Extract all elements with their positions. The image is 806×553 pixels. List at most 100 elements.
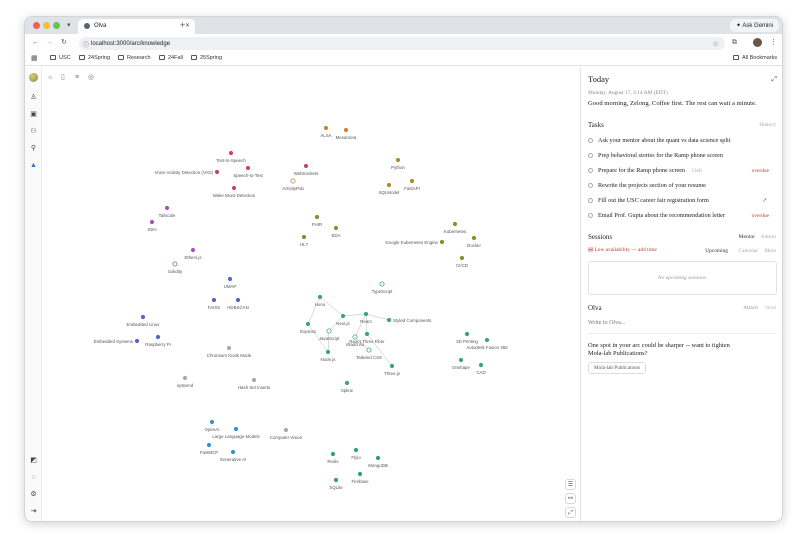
graph-node[interactable]: JavaScript [319,328,340,341]
graph-node-dot[interactable] [227,276,233,282]
graph-node-dot[interactable] [164,205,170,211]
settings-gear-icon[interactable]: ⚙ [29,490,38,499]
graph-node-dot[interactable] [344,380,350,386]
new-tab-icon[interactable]: + [180,21,185,30]
graph-node[interactable]: Generative AI [220,449,247,462]
ask-gemini-button[interactable]: ✦ Ask Gemini [730,19,779,32]
graph-node-dot[interactable] [375,455,381,461]
graph-node[interactable]: Spline [341,380,354,393]
extensions-icon[interactable]: ⧉ [732,39,737,46]
graph-node-dot[interactable] [301,234,307,240]
graph-node[interactable]: Firebase [351,471,369,484]
graph-node[interactable]: Kubernetes [444,221,467,234]
graph-node-dot[interactable] [231,185,237,191]
graph-node-dot[interactable] [389,363,395,369]
graph-node-dot[interactable] [317,294,323,300]
task-item[interactable]: Email Prof. Gupta about the recommendati… [588,212,725,219]
graph-node[interactable]: Raspberry Pi [145,334,171,347]
arc-icon[interactable]: ▲ [29,161,38,170]
graph-node-dot[interactable] [235,297,241,303]
graph-node[interactable]: UMAP [224,276,237,289]
task-checkbox[interactable] [588,212,593,218]
graph-node-dot[interactable] [379,281,385,287]
graph-node-dot[interactable] [303,163,309,169]
logout-icon[interactable]: ⇥ [29,507,38,516]
task-checkbox[interactable] [588,137,593,143]
graph-node[interactable]: CAD [476,362,486,375]
graph-node-dot[interactable] [409,178,415,184]
browser-menu-icon[interactable]: ⋮ [770,39,777,46]
task-item[interactable]: Ask your mentor about the quant vs data … [588,137,731,144]
graph-node[interactable]: Tailwind CSS [356,347,382,360]
graph-node-dot[interactable] [228,150,234,156]
graph-node-dot[interactable] [326,328,332,334]
graph-node[interactable]: FastAPI [404,178,420,191]
send-button[interactable]: Send [765,305,776,311]
graph-node-dot[interactable] [395,157,401,163]
graph-node[interactable]: WebSockets [294,163,319,176]
graph-node-dot[interactable] [305,321,311,327]
graph-node[interactable]: CI/CD [456,255,468,268]
graph-node-dot[interactable] [233,426,239,432]
task-checkbox[interactable] [588,197,593,203]
graph-node[interactable]: Hono [315,294,326,307]
graph-node-dot[interactable] [452,221,458,227]
close-window-button[interactable] [33,22,40,29]
graph-node[interactable]: Google Kubernetes Engine [385,239,445,245]
briefcase-icon[interactable]: ▣ [29,110,38,119]
graph-node[interactable]: Embedded Linux [127,314,161,327]
graph-node-dot[interactable] [323,125,329,131]
graph-node[interactable]: Three.js [384,363,401,376]
graph-node[interactable]: Hash Set Inserts [238,377,271,390]
graph-node[interactable]: Styled Components [386,317,432,323]
graph-node-dot[interactable] [333,225,339,231]
task-checkbox[interactable] [588,152,593,158]
graph-node[interactable]: SQLModel [379,182,400,195]
tab-search-icon[interactable]: ▾ [67,22,71,29]
chat-icon[interactable]: ◌ [29,473,38,482]
task-checkbox[interactable] [588,182,593,188]
graph-node-dot[interactable] [314,214,320,220]
graph-node[interactable]: Computer Vision [270,427,303,440]
graph-node-dot[interactable] [182,375,188,381]
address-bar[interactable]: ⓘ localhost:3000/arc/knowledge ☆ [79,37,725,50]
graph-node-dot[interactable] [211,297,217,303]
graph-node-dot[interactable] [230,449,236,455]
task-item[interactable]: Rewrite the projects section of your res… [588,182,706,189]
site-info-icon[interactable]: ⓘ [83,40,89,49]
graph-node[interactable]: Large Language Models [212,426,260,439]
graph-node-dot[interactable] [214,169,220,175]
graph-node[interactable]: FHIR [312,214,322,227]
task-checkbox[interactable] [588,167,593,173]
graph-node[interactable]: FAISS [208,297,221,310]
graph-node[interactable]: 3D Printing [456,331,478,344]
graph-node[interactable]: Wake Word Detection [213,185,256,198]
graph-node[interactable]: Speech-to-Text [233,165,264,178]
graph-node-dot[interactable] [484,337,490,343]
graph-node-dot[interactable] [283,427,289,433]
graph-node-dot[interactable] [478,362,484,368]
mentor-tab[interactable]: Mentor [739,234,755,240]
upcoming-tab[interactable]: Upcoming [705,248,728,254]
graph-node-dot[interactable] [149,219,155,225]
all-bookmarks[interactable]: All Bookmarks [733,55,777,61]
graph-node[interactable]: Mesamora [336,127,357,140]
knowledge-graph[interactable]: ALSA Mesamora Text-to-Speech Voice Activity… [43,67,580,522]
graph-node[interactable]: MongoDB [368,455,388,468]
graph-node-dot[interactable] [206,442,212,448]
graph-node-dot[interactable] [290,178,296,184]
graph-node[interactable]: Node.js [321,349,337,362]
add-person-icon[interactable]: ⚲ [29,144,38,153]
person-icon[interactable]: ♙ [29,93,38,102]
admin-tab[interactable]: Admin [760,234,776,240]
graph-node[interactable]: Express [300,321,317,334]
olva-message-input[interactable] [588,317,777,329]
expand-panel-icon[interactable]: ⤢ [771,75,777,84]
graph-node[interactable]: ActivityPub [282,178,304,191]
maximize-window-button[interactable] [53,22,60,29]
add-time-link[interactable]: add time [638,247,657,253]
graph-node[interactable]: ALSA [320,125,332,138]
app-logo[interactable] [29,73,38,82]
apps-grid-icon[interactable]: ▦ [31,55,38,62]
calendar-tab[interactable]: Calendar [739,248,758,254]
